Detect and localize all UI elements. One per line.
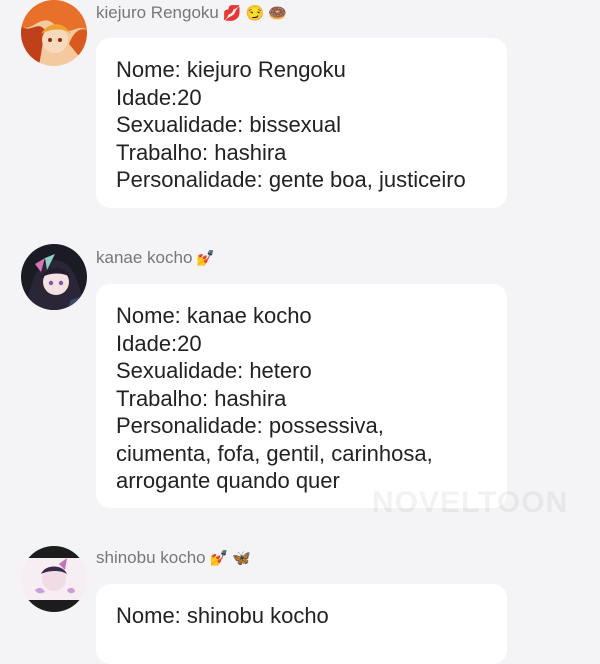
donut-icon: 🍩 bbox=[268, 4, 287, 22]
message-line: Trabalho: hashira bbox=[116, 385, 287, 411]
avatar[interactable] bbox=[21, 0, 87, 66]
butterfly-icon: 🦋 bbox=[232, 549, 252, 567]
message-line: Nome: kanae kocho bbox=[116, 303, 312, 328]
message-line: Sexualidade: hetero bbox=[116, 358, 312, 383]
nail-polish-icon: 💅 bbox=[196, 249, 216, 267]
message-bubble: Nome: kanae kocho Idade:20 Sexualidade: … bbox=[96, 284, 507, 508]
author-name-text: kanae kocho bbox=[96, 248, 193, 267]
message-line: Idade:20 bbox=[116, 330, 202, 356]
message-line: Personalidade: gente boa, justiceiro bbox=[116, 167, 466, 192]
message-line: Nome: kiejuro Rengoku bbox=[116, 57, 346, 82]
author-name: kanae kocho 💅 bbox=[96, 248, 215, 268]
avatar[interactable] bbox=[21, 546, 87, 612]
message-line: Trabalho: hashira bbox=[116, 139, 287, 165]
author-name: kiejuro Rengoku 💋 😏 🍩 bbox=[96, 3, 287, 23]
message-line: Sexualidade: bissexual bbox=[116, 112, 342, 137]
smirk-face-icon: 😏 bbox=[245, 4, 265, 22]
message-line: Idade:20 bbox=[116, 84, 202, 110]
author-name: shinobu kocho 💅 🦋 bbox=[96, 548, 251, 568]
lips-icon: 💋 bbox=[222, 4, 242, 22]
message-line: Personalidade: possessiva, ciumenta, fof… bbox=[116, 413, 433, 493]
author-name-text: shinobu kocho bbox=[96, 548, 206, 567]
message-bubble: Nome: kiejuro Rengoku Idade:20 Sexualida… bbox=[96, 38, 507, 208]
nail-polish-icon: 💅 bbox=[209, 549, 229, 567]
message-bubble: Nome: shinobu kocho bbox=[96, 584, 507, 664]
author-name-text: kiejuro Rengoku bbox=[96, 3, 219, 22]
avatar[interactable] bbox=[21, 244, 87, 310]
message-line: Nome: shinobu kocho bbox=[116, 603, 329, 628]
